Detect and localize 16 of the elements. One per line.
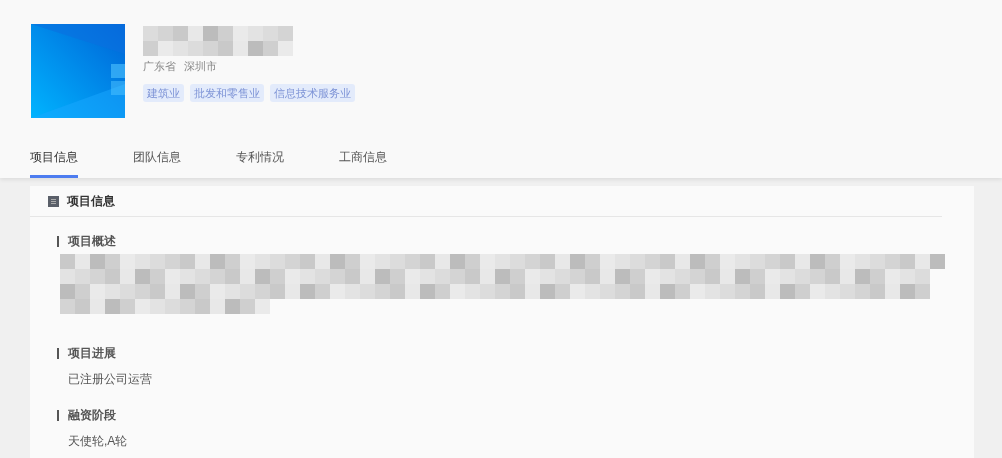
location-text: 深圳市 [184,59,217,74]
list-icon [48,195,59,207]
section-value: 已注册公司运营 [67,371,153,388]
tab[interactable]: 专利情况 [236,148,284,178]
section-heading: 项目概述 [68,233,116,250]
section-heading: 项目进展 [68,345,116,362]
tab[interactable]: 项目信息 [30,148,78,178]
industry-tag: 信息技术服务业 [270,83,355,102]
section-value: 天使轮,A轮 [67,433,129,450]
tab[interactable]: 工商信息 [339,148,387,178]
industry-tag: 批发和零售业 [190,83,264,102]
tab[interactable]: 团队信息 [133,148,181,178]
panel-title: 项目信息 [67,193,115,210]
industry-tag: 建筑业 [143,83,184,102]
section-heading: 融资阶段 [68,407,116,424]
location-text: 广东省 [143,59,176,74]
